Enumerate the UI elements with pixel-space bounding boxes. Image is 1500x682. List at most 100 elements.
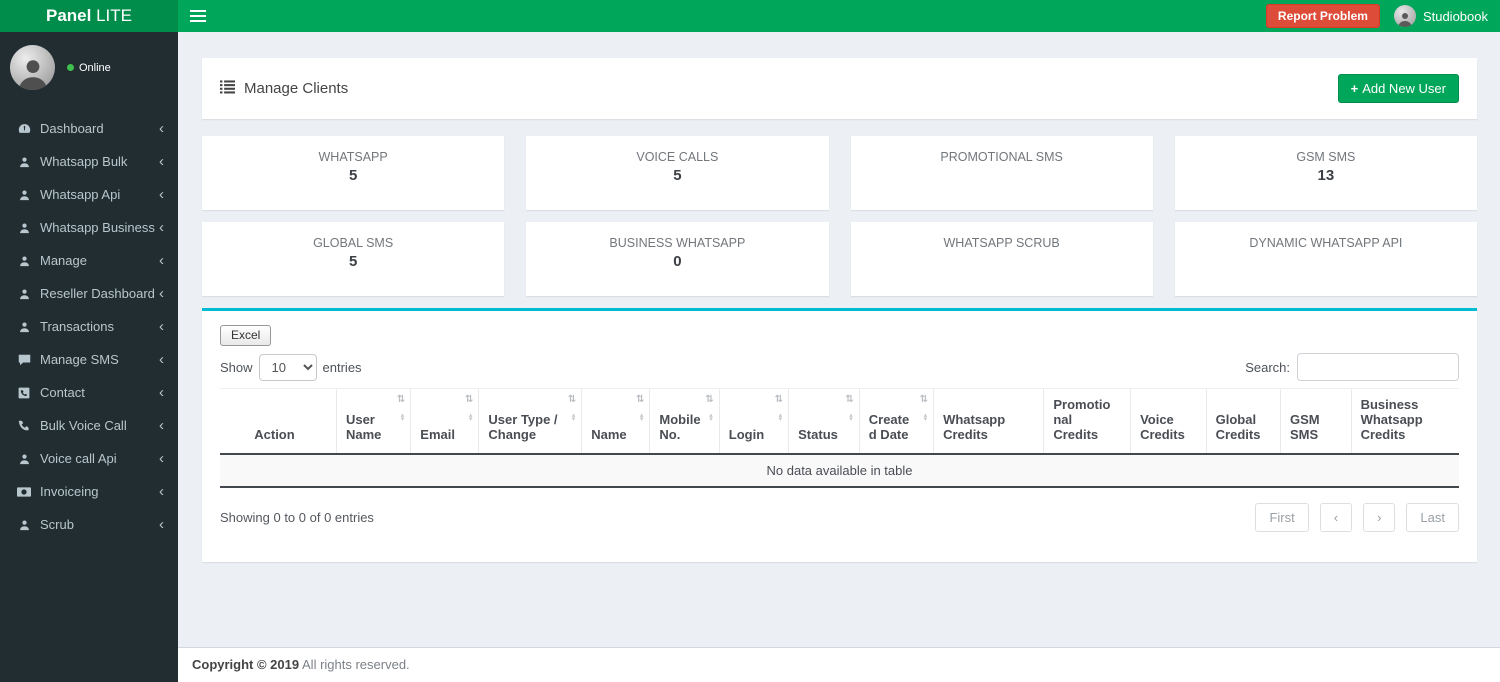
user-menu[interactable]: Studiobook [1393,5,1488,27]
sidebar-avatar [10,45,55,90]
column-header-label: Email [420,427,455,442]
column-header-label: Business Whatsapp Credits [1360,397,1423,442]
chevron-left-icon: ‹ [159,186,164,203]
brand-logo[interactable]: Panel LITE [0,0,178,32]
column-header-global-credits: Global Credits [1205,388,1281,455]
search-input[interactable] [1297,353,1459,381]
chevron-left-icon: ‹ [159,384,164,401]
page-length-select[interactable]: 10 [258,353,317,381]
pagination-prev-button[interactable]: ‹ [1319,503,1353,532]
page-title-label: Manage Clients [244,80,349,97]
sidebar-item-label: Transactions [40,319,114,334]
stat-card-whatsapp-scrub: WHATSAPP SCRUB [850,222,1153,296]
sort-icon: ⇅ [636,394,645,405]
stat-value [1175,253,1477,271]
column-header-mobile-no[interactable]: Mobile No. ⇅ ▴ ▾ [649,388,720,455]
page-length-control: Show 10 entries [220,353,362,381]
stat-value: 5 [673,167,682,184]
sort-icon: ⇅ [705,394,714,405]
pagination-last-button[interactable]: Last [1406,503,1459,532]
stat-value: 0 [673,253,682,270]
sidebar-item-label: Whatsapp Business [40,220,155,235]
stat-card-global-sms: GLOBAL SMS 5 [202,222,505,296]
sort-carets-icon: ▴ ▾ [468,412,473,423]
stat-value [851,253,1153,271]
sidebar-item-label: Bulk Voice Call [40,418,127,433]
page-header-card: Manage Clients + Add New User [202,58,1477,119]
sort-carets-icon: ▴ ▾ [639,412,644,423]
stat-label: BUSINESS WHATSAPP [609,236,746,250]
sidebar-item-whatsapp-business[interactable]: Whatsapp Business ‹ [0,211,178,244]
stat-label: WHATSAPP [318,150,388,164]
column-header-name[interactable]: Name ⇅ ▴ ▾ [581,388,650,455]
stat-value: 5 [348,167,358,184]
chevron-left-icon: ‹ [159,483,164,500]
column-header-label: Login [728,427,765,442]
sidebar: Online Dashboard ‹ Whatsapp Bulk ‹ Whatsapp … [0,32,178,682]
column-header-action: Action [220,388,337,455]
sort-carets-icon: ▴ ▾ [709,412,713,423]
report-problem-button[interactable]: Report Problem [1265,4,1380,28]
table-empty-row: No data available in table [220,454,1459,488]
sidebar-item-whatsapp-api[interactable]: Whatsapp Api ‹ [0,178,178,211]
sort-carets-icon: ▴ ▾ [571,412,576,423]
stat-label: DYNAMIC WHATSAPP API [1249,236,1403,250]
column-header-user-name[interactable]: User Name ⇅ ▴ ▾ [335,388,411,455]
sidebar-item-dashboard[interactable]: Dashboard ‹ [0,112,178,145]
stat-card-business-whatsapp: BUSINESS WHATSAPP 0 [526,222,829,296]
sidebar-item-voice-call-api[interactable]: Voice call Api ‹ [0,442,178,475]
user-icon [15,321,33,333]
sort-icon: ⇅ [396,394,406,405]
pagination-next-button[interactable]: › [1363,503,1396,532]
excel-export-button[interactable]: Excel [220,325,272,346]
search-label: Search: [1245,359,1290,375]
stat-value: 13 [1317,167,1335,184]
column-header-email[interactable]: Email ⇅ ▴ ▾ [410,388,479,455]
sidebar-item-label: Scrub [40,517,74,532]
sidebar-item-label: Dashboard [40,121,104,136]
clients-table: Action User Name ⇅ ▴ ▾ Email ⇅ ▴ ▾ User Type / Ch… [220,388,1459,488]
plus-icon: + [1350,81,1359,96]
sidebar-item-transactions[interactable]: Transactions ‹ [0,310,178,343]
column-header-label: User Type / Change [488,412,558,442]
sidebar-item-label: Invoiceing [40,484,99,499]
sidebar-item-reseller-dashboard[interactable]: Reseller Dashboard ‹ [0,277,178,310]
chevron-left-icon: ‹ [159,516,164,533]
entries-label: entries [322,359,362,375]
stat-card-gsm-sms: GSM SMS 13 [1174,136,1477,210]
sidebar-item-label: Whatsapp Bulk [40,154,128,169]
column-header-label: Name [591,427,627,442]
column-header-user-type-change[interactable]: User Type / Change ⇅ ▴ ▾ [478,388,582,455]
sidebar-item-scrub[interactable]: Scrub ‹ [0,508,178,541]
column-header-business-whatsapp-credits: Business Whatsapp Credits [1350,388,1459,455]
column-header-login[interactable]: Login ⇅ ▴ ▾ [718,388,789,455]
brand-light: LITE [91,6,132,25]
column-header-created-date[interactable]: Created Date ⇅ ▴ ▾ [858,388,934,455]
chevron-left-icon: ‹ [159,252,164,269]
sort-carets-icon: ▴ ▾ [778,412,783,423]
sort-carets-icon: ▴ ▾ [400,412,405,423]
sidebar-item-manage[interactable]: Manage ‹ [0,244,178,277]
sidebar-item-manage-sms[interactable]: Manage SMS ‹ [0,343,178,376]
sort-icon: ⇅ [774,394,784,405]
column-header-promotional-credits: Promotional Credits [1043,388,1131,455]
column-header-label: Global Credits [1215,412,1261,442]
chevron-left-icon: ‹ [159,351,164,368]
phone-icon [15,420,33,432]
column-header-status[interactable]: Status ⇅ ▴ ▾ [788,388,860,455]
add-new-user-button[interactable]: + Add New User [1337,74,1459,103]
online-status-icon [67,64,74,71]
hamburger-menu-icon[interactable] [190,7,206,25]
stat-card-dynamic-whatsapp-api: DYNAMIC WHATSAPP API [1174,222,1477,296]
footer: Copyright © 2019 All rights reserved. [178,647,1500,682]
user-icon [15,255,33,267]
sidebar-item-contact[interactable]: Contact ‹ [0,376,178,409]
stat-label: PROMOTIONAL SMS [940,150,1063,164]
user-icon [15,519,33,531]
sidebar-item-whatsapp-bulk[interactable]: Whatsapp Bulk ‹ [0,145,178,178]
sidebar-item-bulk-voice-call[interactable]: Bulk Voice Call ‹ [0,409,178,442]
sidebar-item-invoiceing[interactable]: Invoiceing ‹ [0,475,178,508]
page-title: Manage Clients [220,79,349,98]
column-header-voice-credits: Voice Credits [1130,388,1207,455]
pagination-first-button[interactable]: First [1255,503,1309,532]
